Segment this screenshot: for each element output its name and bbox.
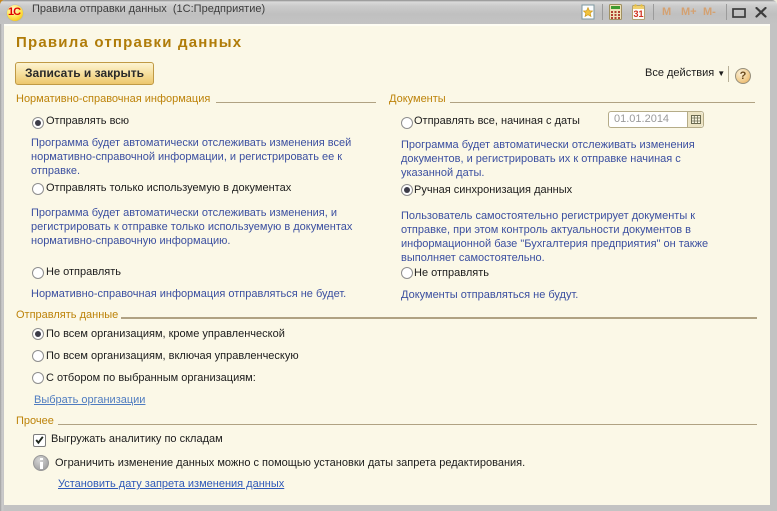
svg-text:31: 31	[633, 9, 643, 19]
